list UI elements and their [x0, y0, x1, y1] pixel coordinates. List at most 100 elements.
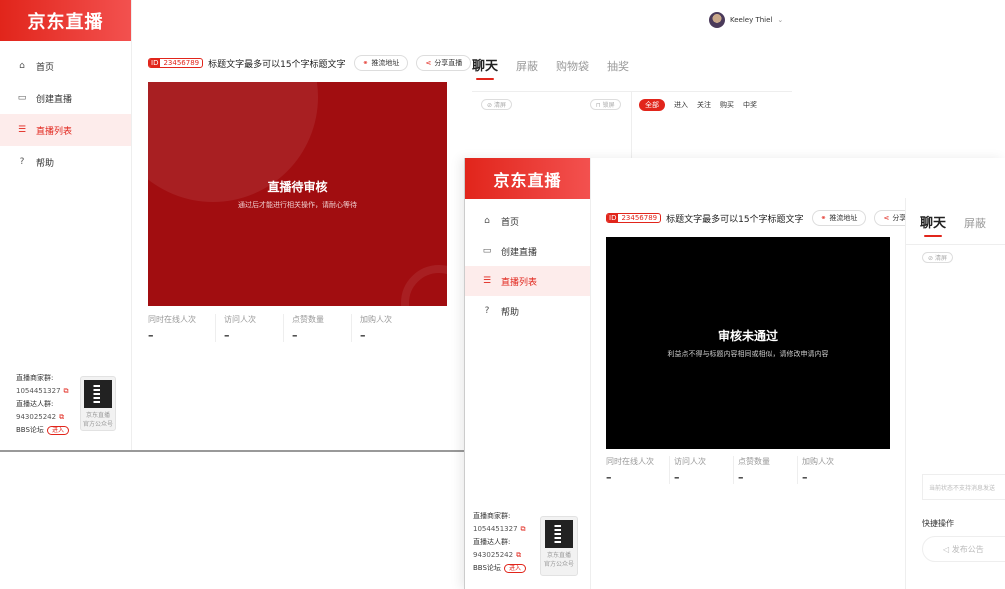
tab-block[interactable]: 屏蔽: [964, 215, 986, 237]
copy-icon[interactable]: ⧉: [521, 525, 526, 533]
share-icon: ⋖: [425, 59, 432, 67]
pull-url-button[interactable]: ⚭ 推流地址: [353, 55, 409, 71]
list-icon: ☰: [17, 125, 27, 135]
merchant-group-id: 1054451327: [16, 387, 61, 395]
footer-info: 直播商家群: 1054451327 ⧉ 直播达人群: 943025242 ⧉ BBS…: [473, 510, 526, 575]
publish-notice-button[interactable]: ◁ 发布公告: [922, 536, 1005, 562]
bbs-enter-button[interactable]: 进入: [503, 564, 526, 573]
home-icon: ⌂: [19, 61, 25, 71]
video-camera-icon: ▭: [482, 246, 492, 256]
stats-row: 同时在线人次 – 访问人次 – 点赞数量 – 加购人次 –: [148, 314, 420, 342]
video-status-title: 直播待审核: [267, 180, 328, 194]
share-live-button[interactable]: ⋖分享直播: [416, 55, 472, 71]
stream-title: 标题文字最多可以15个字标题文字: [208, 59, 346, 70]
stats-row: 同时在线人次 – 访问人次 – 点赞数量 – 加购人次 –: [606, 456, 862, 484]
video-player[interactable]: 直播待审核 通过后才能进行相关操作，请耐心等待: [148, 82, 447, 306]
nav-item-label: 创建直播: [501, 247, 538, 258]
talent-group-id: 943025242: [16, 413, 57, 421]
video-player[interactable]: 审核未通过 利益点不得与标题内容相同或相似，请修改申请内容: [606, 237, 890, 449]
nav-item-help[interactable]: ? 帮助: [0, 146, 131, 178]
chat-input[interactable]: 当前状态不支持消息发送: [922, 474, 1005, 500]
filter-enter[interactable]: 进入: [674, 100, 688, 110]
stream-id-badge: ID 23456789: [148, 58, 204, 68]
sidebar: 京东直播 ⌂ 首页 ▭ 创建直播 ☰ 直播列表 ? 帮助 直播商家群: 10544513…: [0, 0, 132, 450]
chat-tabs: 聊天 屏蔽 购物袋 抽奖: [472, 55, 802, 80]
merchant-group-label: 直播商家群:: [16, 374, 54, 382]
brand-logo: 京东直播: [0, 0, 131, 41]
qr-card: 京东直播 官方公众号: [80, 376, 116, 431]
qr-code-icon: [545, 520, 573, 548]
chat-panel: 聊天 屏蔽 ⊘ 清屏 当前状态不支持消息发送 快捷操作 ◁ 发布公告: [905, 198, 1005, 589]
help-icon: ?: [484, 306, 490, 316]
copy-icon[interactable]: ⧉: [59, 413, 64, 421]
filter-all[interactable]: 全部: [639, 99, 665, 111]
stat-add-cart: 加购人次 –: [360, 315, 392, 342]
video-camera-icon: ▭: [17, 93, 27, 103]
video-status-title: 审核未通过: [717, 329, 778, 343]
nav-item-live-list[interactable]: ☰ 直播列表: [0, 114, 131, 146]
tab-shopping-bag[interactable]: 购物袋: [556, 58, 589, 80]
bbs-label: BBS论坛: [16, 426, 44, 434]
qr-caption: 官方公众号: [543, 561, 574, 568]
bbs-label: BBS论坛: [473, 564, 501, 572]
user-name: Keeley Thiel: [730, 16, 773, 24]
talent-group-id: 943025242: [473, 551, 514, 559]
brand-logo: 京东直播: [465, 158, 590, 199]
qr-card: 京东直播 官方公众号: [540, 516, 578, 576]
nav-item-live-list[interactable]: ☰ 直播列表: [465, 266, 590, 296]
stat-visits: 访问人次 –: [216, 314, 284, 342]
megaphone-icon: ◁: [943, 545, 950, 554]
divider: [906, 244, 1005, 245]
help-icon: ?: [19, 157, 25, 167]
filter-follow[interactable]: 关注: [697, 100, 711, 110]
nav-item-label: 帮助: [501, 307, 520, 318]
tab-block[interactable]: 屏蔽: [516, 58, 538, 80]
merchant-group-label: 直播商家群:: [473, 512, 511, 520]
stat-concurrent: 同时在线人次 –: [606, 456, 670, 484]
nav-item-home[interactable]: ⌂ 首页: [0, 50, 131, 82]
bbs-enter-button[interactable]: 进入: [46, 426, 69, 435]
copy-icon[interactable]: ⧉: [516, 551, 521, 559]
stat-add-cart: 加购人次 –: [802, 457, 834, 484]
nav-item-label: 创建直播: [36, 94, 73, 105]
filter-buy[interactable]: 购买: [720, 100, 734, 110]
divider: [472, 91, 792, 92]
chat-panel: 聊天 屏蔽 购物袋 抽奖 ⊘ 清屏 ⊓ 锁屏 全部 进入 关注 购买 中奖: [472, 55, 802, 160]
clear-screen-button[interactable]: ⊘ 清屏: [481, 99, 512, 110]
clear-icon: ⊘: [928, 255, 934, 262]
stream-header: ID23456789 标题文字最多可以15个字标题文字 ⚭推流地址 ⋖分享直播: [606, 210, 930, 226]
lock-icon: ⊓: [596, 102, 601, 109]
nav-item-help[interactable]: ? 帮助: [465, 296, 590, 326]
list-icon: ☰: [482, 276, 492, 286]
video-status-subtitle: 利益点不得与标题内容相同或相似，请修改申请内容: [667, 350, 829, 358]
nav-item-create-live[interactable]: ▭ 创建直播: [0, 82, 131, 114]
clear-icon: ⊘: [487, 102, 493, 109]
sidebar: 京东直播 ⌂ 首页 ▭ 创建直播 ☰ 直播列表 ? 帮助 直播商家群: 10544513…: [465, 158, 591, 589]
home-icon: ⌂: [484, 216, 490, 226]
clear-screen-button[interactable]: ⊘ 清屏: [922, 252, 953, 263]
qr-caption: 官方公众号: [82, 421, 113, 428]
stat-likes: 点赞数量 –: [734, 456, 798, 484]
filter-win[interactable]: 中奖: [743, 100, 757, 110]
copy-icon[interactable]: ⧉: [64, 387, 69, 395]
stream-id-badge: ID 23456789: [606, 213, 662, 223]
user-menu[interactable]: Keeley Thiel ⌄: [709, 12, 783, 28]
avatar: [709, 12, 725, 28]
nav-item-home[interactable]: ⌂ 首页: [465, 206, 590, 236]
tab-lottery[interactable]: 抽奖: [607, 58, 629, 80]
video-status-subtitle: 通过后才能进行相关操作，请耐心等待: [238, 201, 357, 209]
tab-chat[interactable]: 聊天: [472, 55, 498, 80]
qr-caption: 京东直播: [546, 552, 571, 559]
pull-url-button[interactable]: ⚭ 推流地址: [811, 210, 867, 226]
lock-screen-button[interactable]: ⊓ 锁屏: [590, 99, 621, 110]
stream-title: 标题文字最多可以15个字标题文字: [666, 214, 804, 225]
divider: [631, 92, 632, 160]
window-rejected: 京东直播 ⌂ 首页 ▭ 创建直播 ☰ 直播列表 ? 帮助 直播商家群: 10544513…: [464, 158, 1005, 589]
merchant-group-id: 1054451327: [473, 525, 518, 533]
nav-item-label: 首页: [36, 62, 55, 73]
tab-chat[interactable]: 聊天: [920, 212, 946, 237]
quick-ops-label: 快捷操作: [922, 519, 954, 528]
stream-header: ID23456789 标题文字最多可以15个字标题文字 ⚭推流地址 ⋖分享直播: [148, 55, 472, 71]
stat-concurrent: 同时在线人次 –: [148, 314, 216, 342]
nav-item-create-live[interactable]: ▭ 创建直播: [465, 236, 590, 266]
